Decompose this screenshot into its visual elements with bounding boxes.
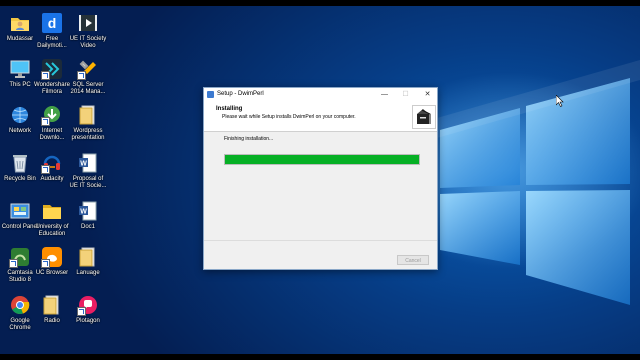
dialog-title: Setup - DwimPerl: [217, 91, 264, 97]
desktop-icon-label: Free Dailymoti...: [37, 36, 67, 49]
desktop-icon-radio[interactable]: Radio: [32, 294, 72, 325]
desktop-icon-ue-it-society-video[interactable]: UE IT Society Video: [68, 12, 108, 50]
maximize-icon: ☐: [402, 91, 409, 98]
shortcut-arrow-icon: [77, 71, 86, 80]
desktop-icon-doc1[interactable]: W Doc1: [68, 200, 108, 231]
folder-icon: [77, 104, 99, 126]
desktop-icon-filmora[interactable]: Wondershare Filmora: [32, 58, 72, 96]
cancel-button[interactable]: Cancel: [397, 255, 429, 265]
audacity-icon: [41, 152, 63, 174]
desktop-icon-label: UC Browser: [35, 270, 69, 276]
installing-heading: Installing: [216, 106, 243, 112]
desktop-icon-dailymotion[interactable]: d Free Dailymoti...: [32, 12, 72, 50]
folder-icon: [41, 294, 63, 316]
desktop-icon-label: Audacity: [40, 176, 64, 182]
shortcut-arrow-icon: [41, 165, 50, 174]
shortcut-arrow-icon: [41, 71, 50, 80]
svg-text:W: W: [80, 209, 87, 216]
word-doc-icon: W: [77, 200, 99, 222]
desktop-icon-label: Proposal of UE IT Socie...: [69, 176, 107, 189]
progress-fill: [225, 155, 419, 164]
desktop-icon-label: Plotagon: [76, 318, 100, 324]
video-file-icon: [77, 12, 99, 34]
installer-logo-icon: [412, 105, 436, 129]
internet-download-manager-icon: [41, 104, 63, 126]
control-panel-icon: [9, 200, 31, 222]
footer-divider: [204, 240, 437, 241]
desktop-icon-lanuage[interactable]: Lanuage: [68, 246, 108, 277]
word-doc-icon: W: [77, 152, 99, 174]
network-icon: [9, 104, 31, 126]
sql-server-icon: [77, 58, 99, 80]
desktop-icon-label: Lanuage: [76, 270, 100, 276]
letterbox-top: [0, 0, 640, 6]
filmora-icon: [41, 58, 63, 80]
close-icon[interactable]: ✕: [423, 90, 432, 99]
desktop-icon-internet-download-manager[interactable]: Internet Downlo...: [32, 104, 72, 142]
shortcut-arrow-icon: [41, 117, 50, 126]
installing-subheading: Please wait while Setup installs DwimPer…: [222, 114, 356, 120]
this-pc-icon: [9, 58, 31, 80]
windows-logo-wallpaper: [430, 60, 640, 305]
dialog-header: Installing Please wait while Setup insta…: [204, 101, 437, 132]
mouse-cursor-icon: [556, 95, 564, 107]
setup-dialog: Setup - DwimPerl — ☐ ✕ Installing Please…: [203, 87, 438, 270]
desktop: Mudassar This PC Network Recycle Bin Con…: [0, 0, 640, 360]
svg-text:d: d: [48, 15, 57, 31]
camtasia-icon: [9, 246, 31, 268]
desktop-icon-audacity[interactable]: Audacity: [32, 152, 72, 183]
dailymotion-icon: d: [41, 12, 63, 34]
shortcut-arrow-icon: [41, 259, 50, 268]
desktop-icon-label: Wondershare Filmora: [34, 82, 70, 95]
shortcut-arrow-icon: [9, 259, 18, 268]
desktop-icon-label: Radio: [44, 318, 60, 324]
desktop-icon-plotagon[interactable]: Plotagon: [68, 294, 108, 325]
uc-browser-icon: [41, 246, 63, 268]
desktop-icon-uc-browser[interactable]: UC Browser: [32, 246, 72, 277]
install-status-text: Finishing installation...: [224, 136, 274, 142]
install-progress-bar: [224, 154, 420, 165]
recycle-bin-icon: [9, 152, 31, 174]
desktop-icon-sql-server[interactable]: SQL Server 2014 Mana...: [68, 58, 108, 96]
desktop-icon-label: Internet Downlo...: [39, 128, 65, 141]
desktop-icon-proposal-doc[interactable]: W Proposal of UE IT Socie...: [68, 152, 108, 190]
chrome-icon: [9, 294, 31, 316]
desktop-icon-label: Wordpress presentation: [71, 128, 105, 141]
desktop-icon-label: University of Education: [35, 224, 69, 237]
setup-app-icon: [207, 91, 214, 98]
shortcut-arrow-icon: [77, 307, 86, 316]
desktop-icon-label: SQL Server 2014 Mana...: [70, 82, 106, 95]
folder-user-icon: [9, 12, 31, 34]
dialog-titlebar[interactable]: Setup - DwimPerl — ☐ ✕: [204, 88, 437, 101]
desktop-icon-university-of-education[interactable]: University of Education: [32, 200, 72, 238]
letterbox-bottom: [0, 354, 640, 360]
folder-icon: [41, 200, 63, 222]
desktop-icon-label: Doc1: [80, 224, 95, 230]
desktop-icon-label: UE IT Society Video: [69, 36, 107, 49]
svg-text:W: W: [80, 161, 87, 168]
folder-icon: [77, 246, 99, 268]
desktop-icon-wordpress-presentation[interactable]: Wordpress presentation: [68, 104, 108, 142]
minimize-icon[interactable]: —: [380, 90, 389, 99]
plotagon-icon: [77, 294, 99, 316]
